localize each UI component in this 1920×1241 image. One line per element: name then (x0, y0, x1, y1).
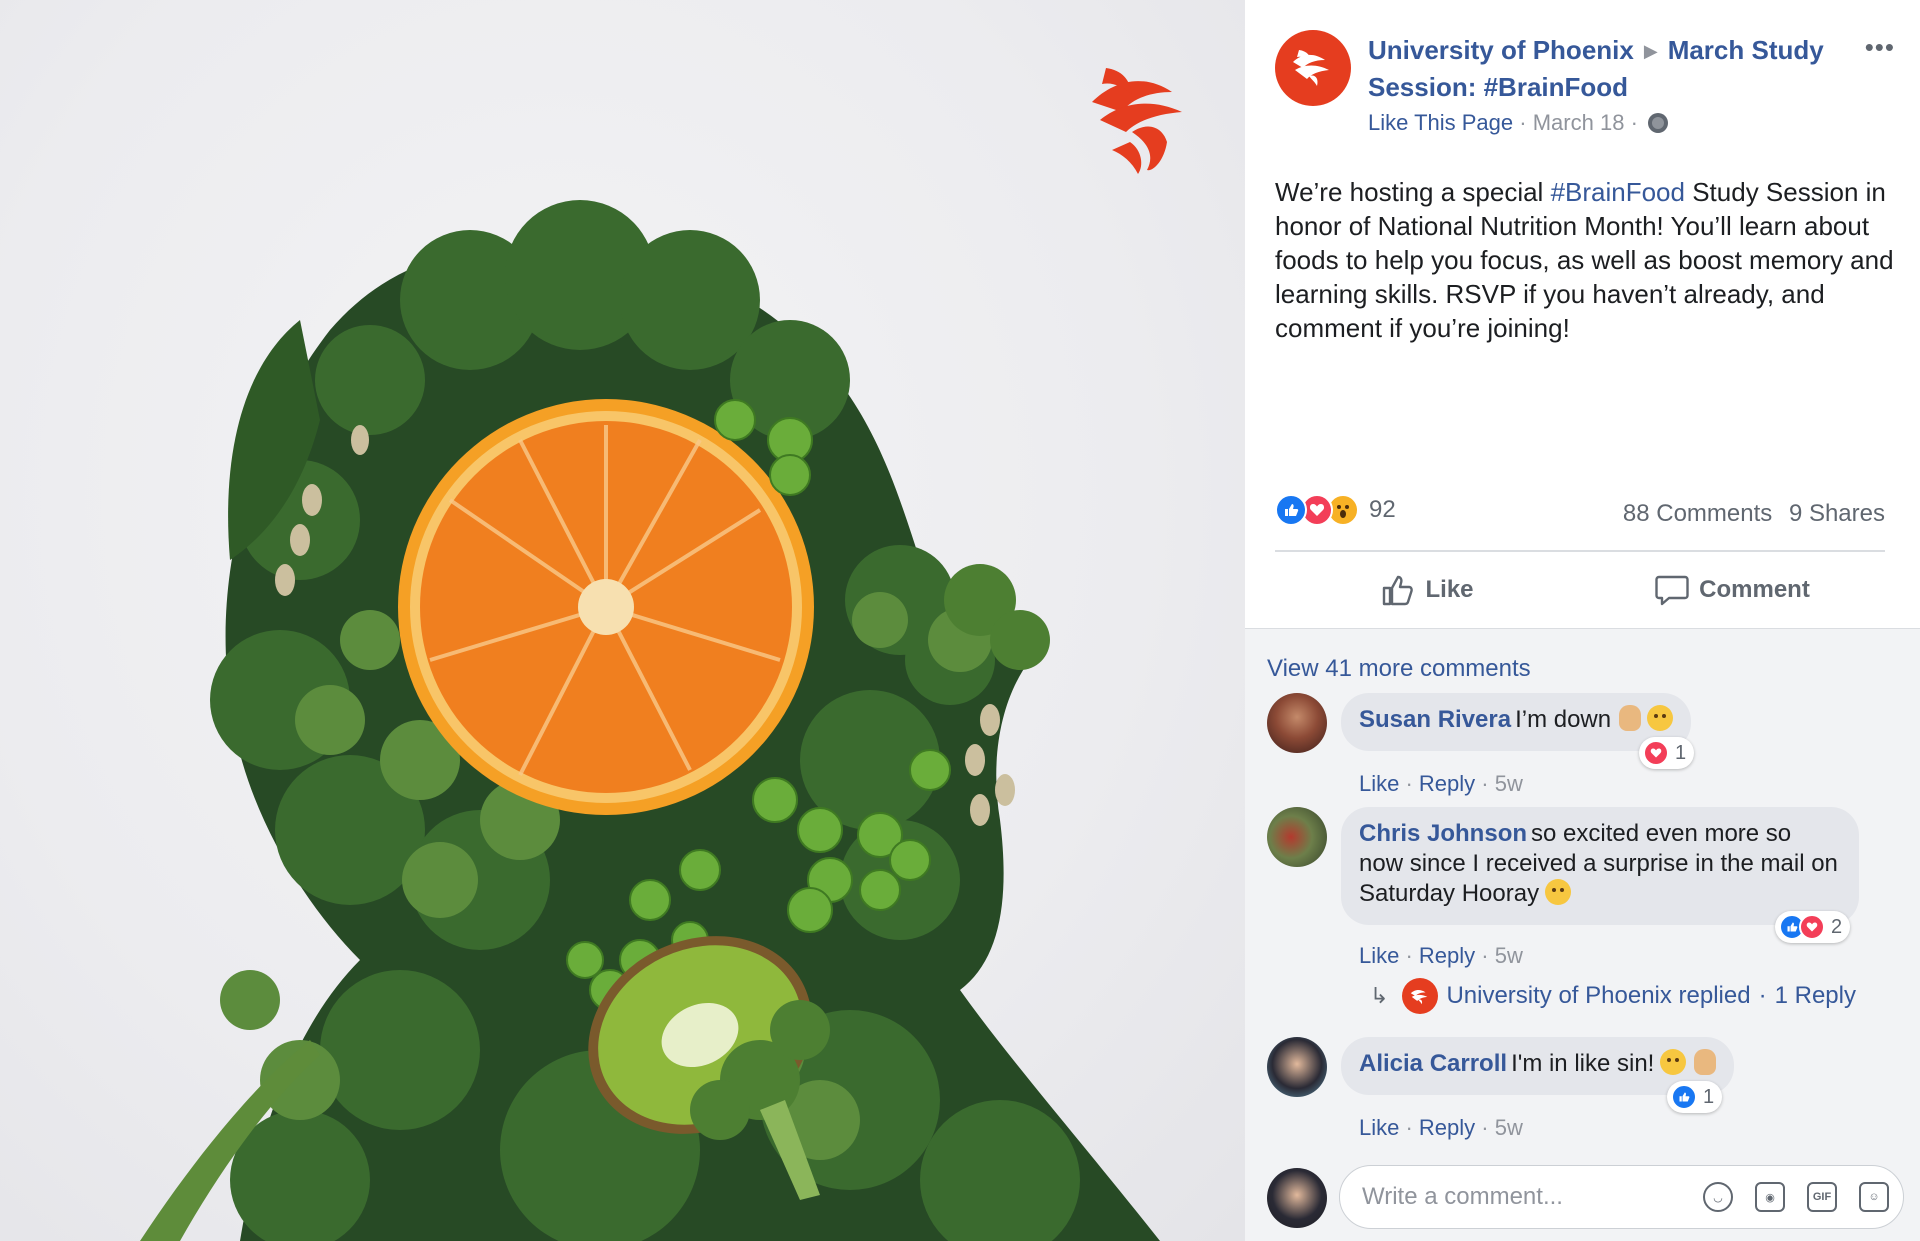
comment-reply-link[interactable]: Reply (1419, 1115, 1475, 1140)
rock-on-emoji-icon (1619, 705, 1642, 731)
reactions-summary[interactable]: 92 (1275, 492, 1396, 528)
sticker-icon[interactable]: ☺ (1859, 1182, 1889, 1212)
reply-summary-text: University of Phoenix replied (1446, 982, 1751, 1009)
reaction-count: 92 (1369, 496, 1396, 523)
comment-item: Chris Johnson so excited even more so now… (1267, 807, 1907, 968)
comment-meta: Like · Reply · 5w (1359, 771, 1523, 796)
like-button-label: Like (1425, 576, 1474, 603)
comment-like-link[interactable]: Like (1359, 943, 1399, 968)
comment-reactions-badge[interactable]: 1 (1667, 1081, 1723, 1113)
comment-reply-link[interactable]: Reply (1419, 771, 1475, 796)
meta-separator: · (1519, 110, 1533, 135)
post-header: University of Phoenix ▶ March Study Sessio… (1275, 30, 1895, 140)
hashtag-link[interactable]: #BrainFood (1551, 177, 1685, 207)
love-icon (1799, 914, 1825, 940)
avatar[interactable] (1267, 807, 1327, 867)
comment-item: Susan Rivera I’m down 1 Like · Reply · 5w (1267, 693, 1907, 803)
replies-summary[interactable]: ↳ University of Phoenix replied · 1 Repl… (1370, 978, 1856, 1014)
meta-separator: · (1630, 110, 1645, 135)
post-meta: Like This Page · March 18 · (1368, 110, 1669, 136)
comment-input[interactable] (1362, 1180, 1662, 1214)
comment-text: I'm in like sin! (1511, 1050, 1655, 1077)
comment-item: Alicia Carroll I'm in like sin! 1 Like · … (1267, 1037, 1907, 1147)
comment-bubble: Chris Johnson so excited even more so now… (1341, 807, 1859, 925)
like-icon (1275, 494, 1307, 526)
globe-icon (1648, 113, 1669, 133)
comment-bubble: Susan Rivera I’m down (1341, 693, 1692, 751)
reply-arrow-icon: ↳ (1370, 983, 1389, 1008)
comment-button-label: Comment (1699, 576, 1810, 603)
comment-like-link[interactable]: Like (1359, 771, 1399, 796)
composer-icons: ◡ ◉ GIF ☺ (1703, 1182, 1889, 1212)
like-page-link[interactable]: Like This Page (1368, 110, 1513, 135)
comment-icon (1655, 575, 1689, 606)
engagement-counts: 88 Comments 9 Shares (1613, 500, 1885, 528)
page-avatar (1402, 978, 1439, 1014)
gif-icon[interactable]: GIF (1807, 1182, 1837, 1212)
comment-meta: Like · Reply · 5w (1359, 943, 1523, 968)
commenter-name[interactable]: Susan Rivera (1359, 706, 1511, 733)
arrow-right-icon: ▶ (1643, 41, 1658, 61)
love-icon (1643, 740, 1669, 766)
comment-text: I’m down (1515, 706, 1612, 733)
phoenix-logo-icon (1411, 989, 1428, 1005)
shares-count-link[interactable]: 9 Shares (1789, 500, 1885, 527)
commenter-name[interactable]: Alicia Carroll (1359, 1050, 1507, 1077)
post-title: University of Phoenix ▶ March Study Sessio… (1368, 32, 1838, 105)
comment-reactions-badge[interactable]: 1 (1639, 737, 1695, 769)
hug-emoji-icon (1545, 879, 1572, 905)
more-options-icon[interactable]: ••• (1865, 34, 1895, 60)
avatar[interactable] (1267, 693, 1327, 753)
comment-like-link[interactable]: Like (1359, 1115, 1399, 1140)
comment-reactions-badge[interactable]: 2 (1775, 911, 1851, 943)
comment-age[interactable]: 5w (1495, 771, 1523, 796)
meta-separator: · (1758, 982, 1767, 1009)
page-avatar[interactable] (1275, 30, 1351, 106)
phoenix-logo-icon (1092, 68, 1182, 174)
comment-reaction-count: 2 (1831, 915, 1843, 938)
grin-emoji-icon (1647, 705, 1674, 731)
like-button[interactable]: Like (1275, 560, 1580, 620)
comment-composer: ◡ ◉ GIF ☺ (1245, 1158, 1920, 1241)
comment-age[interactable]: 5w (1495, 1115, 1523, 1140)
avatar[interactable] (1267, 1168, 1327, 1228)
comments-section: View 41 more comments Susan Rivera I’m do… (1245, 628, 1920, 1241)
view-more-comments-link[interactable]: View 41 more comments (1267, 655, 1531, 683)
comment-reaction-count: 1 (1703, 1085, 1715, 1108)
like-icon (1671, 1084, 1697, 1110)
post-stats: 92 88 Comments 9 Shares (1275, 492, 1885, 532)
post-sidebar: University of Phoenix ▶ March Study Sessio… (1245, 0, 1920, 1241)
thumbs-up-icon (1383, 575, 1414, 606)
page-name-link[interactable]: University of Phoenix (1368, 35, 1634, 65)
post-body: We’re hosting a special #BrainFood Study… (1275, 175, 1895, 345)
comments-count-link[interactable]: 88 Comments (1623, 500, 1772, 527)
post-text-part: We’re hosting a special (1275, 177, 1551, 207)
avatar[interactable] (1267, 1037, 1327, 1097)
post-photo[interactable] (0, 0, 1245, 1241)
emoji-icon[interactable]: ◡ (1703, 1182, 1733, 1212)
camera-icon[interactable]: ◉ (1755, 1182, 1785, 1212)
phoenix-logo-icon (1293, 50, 1329, 86)
comment-reply-link[interactable]: Reply (1419, 943, 1475, 968)
victory-hand-emoji-icon (1694, 1049, 1717, 1075)
comment-input-box[interactable]: ◡ ◉ GIF ☺ (1339, 1165, 1904, 1229)
reply-count: 1 Reply (1774, 982, 1856, 1009)
comment-meta: Like · Reply · 5w (1359, 1115, 1523, 1140)
post-actions: Like Comment (1275, 560, 1885, 620)
comment-age[interactable]: 5w (1495, 943, 1523, 968)
wink-tongue-emoji-icon (1660, 1049, 1687, 1075)
comment-reaction-count: 1 (1675, 741, 1687, 764)
divider (1275, 550, 1885, 552)
post-date[interactable]: March 18 (1533, 110, 1625, 135)
commenter-name[interactable]: Chris Johnson (1359, 820, 1527, 847)
comment-button[interactable]: Comment (1580, 560, 1885, 620)
brainfood-photo-illustration (140, 68, 1182, 1241)
